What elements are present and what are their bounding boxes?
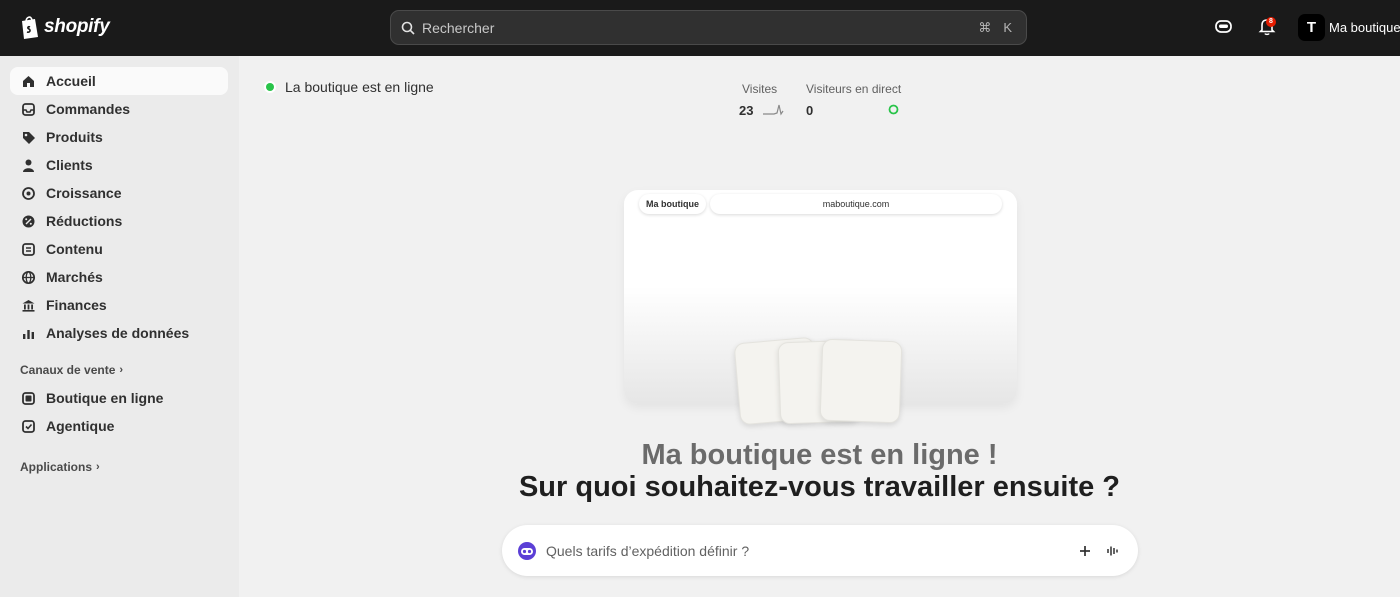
top-bar: shopify Rechercher ⌘ K 8 T Ma boutique: [0, 0, 1400, 56]
sidebar-item-label: Contenu: [46, 241, 103, 257]
preview-url: maboutique.com: [710, 194, 1002, 214]
store-status[interactable]: La boutique est en ligne: [264, 79, 434, 95]
headline-store-online: Ma boutique est en ligne !: [641, 439, 998, 471]
sidebar-item-label: Analyses de données: [46, 325, 190, 341]
status-online-dot: [264, 81, 276, 93]
plus-icon[interactable]: [1076, 542, 1094, 560]
sidebar-item-label: Finances: [46, 297, 107, 313]
sidebar-item-label: Réductions: [46, 213, 123, 229]
sidebar-item-clients[interactable]: Clients: [10, 151, 228, 179]
person-icon: [20, 157, 36, 173]
chart-bars-icon: [20, 325, 36, 341]
tag-icon: [20, 129, 36, 145]
live-indicator-icon: [888, 104, 899, 115]
avatar[interactable]: T: [1298, 14, 1325, 41]
visits-label: Visites: [742, 82, 778, 96]
content-icon: [20, 241, 36, 257]
sidebar-item-label: Accueil: [46, 73, 96, 89]
sidebar-item-contenu[interactable]: Contenu: [10, 235, 228, 263]
chevron-right-icon: ›: [96, 461, 100, 473]
sidebar-item-agentique[interactable]: Agentique: [10, 412, 228, 440]
sidebar-item-label: Clients: [46, 157, 93, 173]
sidekick-icon[interactable]: [1214, 17, 1233, 36]
sidebar-item-label: Produits: [46, 129, 103, 145]
sidekick-avatar-icon: [518, 541, 536, 560]
chevron-right-icon: ›: [119, 364, 124, 376]
visits-value: 23: [739, 103, 754, 118]
section-title-label: Applications: [20, 460, 93, 474]
main-content: La boutique est en ligne Visites 23 Visi…: [239, 56, 1400, 597]
sidebar-item-label: Agentique: [46, 418, 115, 434]
globe-icon: [20, 269, 36, 285]
shopify-bag-icon: [22, 16, 38, 39]
section-title-label: Canaux de vente: [20, 363, 116, 377]
search-placeholder: Rechercher: [422, 19, 495, 36]
sidebar-item-analyses[interactable]: Analyses de données: [10, 319, 228, 347]
sidekick-prompt-input[interactable]: Quels tarifs d’expédition définir ?: [502, 525, 1138, 576]
home-icon: [20, 73, 36, 89]
sidebar-item-finances[interactable]: Finances: [10, 291, 228, 319]
applications-header[interactable]: Applications ›: [20, 460, 100, 474]
headline-next-step: Sur quoi souhaitez-vous travailler ensui…: [518, 471, 1121, 503]
sidebar-item-label: Marchés: [46, 269, 103, 285]
sidebar-item-label: Boutique en ligne: [46, 390, 164, 406]
k-key: K: [1003, 20, 1012, 35]
search-bar[interactable]: Rechercher ⌘ K: [390, 10, 1027, 45]
target-icon: [20, 185, 36, 201]
sidebar-item-reductions[interactable]: Réductions: [10, 207, 228, 235]
sidebar-item-label: Commandes: [46, 101, 131, 117]
sidebar-item-label: Croissance: [46, 185, 122, 201]
shopify-logo[interactable]: shopify: [19, 14, 110, 40]
sidebar-item-commandes[interactable]: Commandes: [10, 95, 228, 123]
sidebar: Accueil Commandes Produits Clients Crois…: [0, 56, 239, 597]
search-icon: [401, 21, 415, 35]
sidebar-item-produits[interactable]: Produits: [10, 123, 228, 151]
sidebar-item-accueil[interactable]: Accueil: [10, 67, 228, 95]
inbox-icon: [20, 101, 36, 117]
agentic-icon: [20, 418, 36, 434]
bank-icon: [20, 297, 36, 313]
discount-icon: [20, 213, 36, 229]
prompt-placeholder: Quels tarifs d’expédition définir ?: [546, 542, 750, 559]
status-text: La boutique est en ligne: [285, 79, 434, 95]
sidebar-item-boutique-en-ligne[interactable]: Boutique en ligne: [10, 384, 228, 412]
preview-tab: Ma boutique: [639, 194, 706, 214]
sidebar-item-marches[interactable]: Marchés: [10, 263, 228, 291]
store-name[interactable]: Ma boutique: [1329, 20, 1400, 35]
voice-icon[interactable]: [1104, 542, 1122, 560]
live-visitors-label: Visiteurs en direct: [806, 82, 902, 96]
storefront-icon: [20, 390, 36, 406]
sales-channels-header[interactable]: Canaux de vente ›: [20, 363, 123, 377]
visits-sparkline-icon: [763, 104, 784, 116]
logo-wordmark: shopify: [44, 16, 110, 37]
command-key: ⌘: [978, 20, 992, 35]
search-shortcut: ⌘ K: [978, 20, 1012, 36]
notification-badge: 8: [1266, 17, 1276, 27]
live-visitors-value: 0: [806, 103, 814, 118]
product-card-illustration: [819, 338, 903, 424]
sidebar-item-croissance[interactable]: Croissance: [10, 179, 228, 207]
